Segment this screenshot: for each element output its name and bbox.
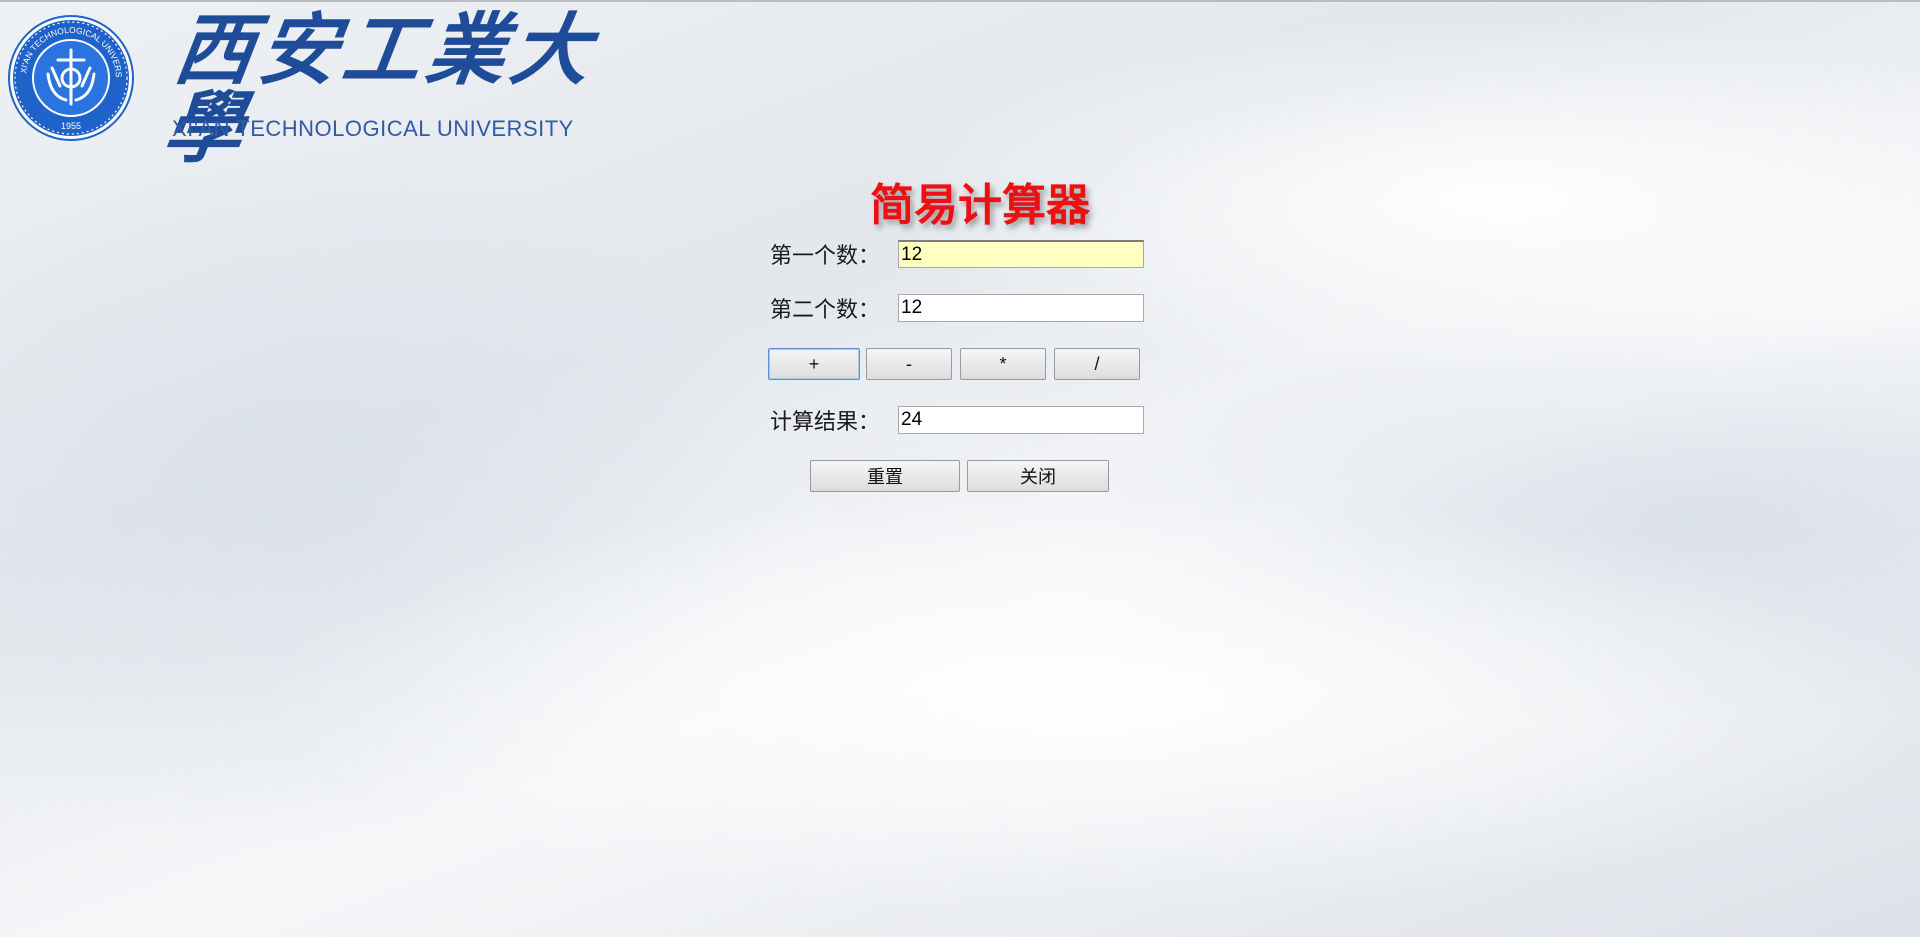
divide-button[interactable]: / — [1054, 348, 1140, 380]
second-number-input[interactable] — [898, 294, 1144, 322]
multiply-button[interactable]: * — [960, 348, 1046, 380]
subtract-button[interactable]: - — [866, 348, 952, 380]
add-button[interactable]: + — [768, 348, 860, 380]
operator-buttons: + - * / — [768, 348, 1144, 382]
result-label: 计算结果： — [770, 410, 881, 435]
result-input[interactable] — [898, 406, 1144, 434]
top-rule — [0, 0, 1920, 2]
university-name-english: XI'AN TECHNOLOGICAL UNIVERSITY — [172, 116, 574, 141]
first-number-label: 第一个数： — [770, 244, 881, 269]
close-button[interactable]: 关闭 — [967, 460, 1109, 492]
seal-icon: XI'AN TECHNOLOGICAL UNIVERSITY 1955 — [5, 4, 134, 141]
second-number-label: 第二个数： — [770, 298, 881, 323]
university-header: XI'AN TECHNOLOGICAL UNIVERSITY 1955 西安工業… — [5, 4, 608, 174]
first-number-input[interactable] — [898, 240, 1144, 268]
second-number-row: 第二个数： — [770, 292, 1144, 324]
first-number-row: 第一个数： — [770, 238, 1144, 270]
calculator-title: 简易计算器 — [870, 180, 1090, 231]
university-seal-logo: XI'AN TECHNOLOGICAL UNIVERSITY 1955 — [5, 4, 134, 142]
result-row: 计算结果： — [770, 404, 1144, 436]
reset-button[interactable]: 重置 — [810, 460, 960, 492]
university-name-chinese: 西安工業大學 — [158, 5, 602, 174]
seal-year: 1955 — [61, 121, 81, 131]
